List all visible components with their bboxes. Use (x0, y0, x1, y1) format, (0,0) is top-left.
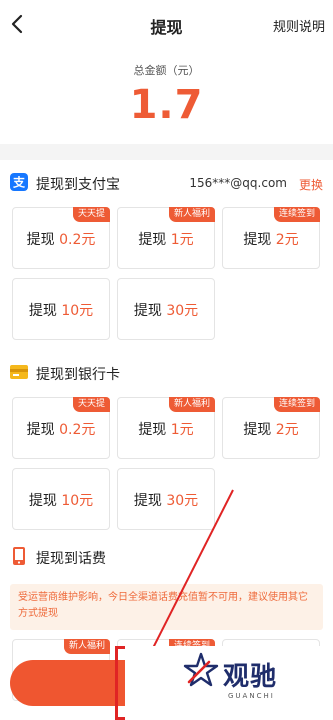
withdraw-option-card[interactable]: 提现 0.2元 天天提 (12, 397, 110, 459)
withdraw-option-card[interactable]: 提现 0.2元 天天提 (12, 207, 110, 269)
top-bar: 提现 规则说明 (0, 0, 333, 50)
option-amount: 2元 (275, 232, 299, 248)
option-label: 提现 2元 (243, 422, 299, 438)
option-amount: 1元 (170, 232, 194, 248)
phone-icon (13, 547, 25, 565)
option-amount: 10元 (61, 303, 94, 319)
option-label: 提现 10元 (28, 303, 94, 319)
maintenance-notice: 受运营商维护影响，今日全渠道话费充值暂不可用，建议使用其它方式提现 (10, 584, 323, 630)
option-badge: 新人福利 (168, 207, 215, 222)
option-amount: 10元 (61, 493, 94, 509)
option-amount: 2元 (275, 422, 299, 438)
watermark-logo: 观驰 GUANCHI (125, 646, 333, 720)
bank-card-icon (10, 365, 28, 379)
withdraw-option-card[interactable]: 提现 2元 连续签到 (222, 397, 320, 459)
option-label: 提现 10元 (28, 493, 94, 509)
phone-credit-header: 提现到话费 (0, 536, 333, 576)
alipay-icon: 支 (10, 173, 28, 191)
option-amount: 1元 (170, 422, 194, 438)
option-amount: 0.2元 (59, 232, 96, 248)
total-amount: 1.7 (129, 82, 204, 128)
withdraw-option-card[interactable]: 提现 2元 连续签到 (222, 207, 320, 269)
withdraw-option-card[interactable]: 提现 1元 新人福利 (117, 207, 215, 269)
withdraw-option-card[interactable]: 提现 1元 新人福利 (117, 397, 215, 459)
bank-card-header: 提现到银行卡 (0, 352, 333, 392)
alipay-header: 支 提现到支付宝 156***@qq.com 更换 (0, 160, 333, 200)
option-label: 提现 30元 (133, 303, 199, 319)
option-amount: 30元 (166, 493, 199, 509)
option-label: 提现 0.2元 (26, 232, 96, 248)
alipay-account: 156***@qq.com (189, 176, 287, 190)
total-label: 总金额（元） (133, 64, 200, 77)
option-label: 提现 30元 (133, 493, 199, 509)
change-account-link[interactable]: 更换 (299, 176, 323, 193)
option-badge: 天天提 (72, 397, 110, 412)
alipay-title: 提现到支付宝 (36, 177, 120, 193)
svg-text:支: 支 (12, 175, 26, 190)
watermark-subtext: GUANCHI (228, 692, 275, 700)
star-logo-icon (183, 652, 219, 687)
option-amount: 0.2元 (59, 422, 96, 438)
withdraw-option-card[interactable]: 提现 30元 (117, 468, 215, 530)
option-amount: 30元 (166, 303, 199, 319)
option-badge: 天天提 (72, 207, 110, 222)
option-label: 提现 2元 (243, 232, 299, 248)
withdraw-option-card[interactable]: 提现 10元 (12, 278, 110, 340)
withdraw-option-card[interactable]: 提现 10元 (12, 468, 110, 530)
option-badge: 新人福利 (63, 639, 110, 654)
watermark-text: 观驰 (223, 662, 278, 692)
bank-card-title: 提现到银行卡 (36, 367, 120, 383)
option-badge: 连续签到 (273, 397, 320, 412)
bank-card-section: 提现到银行卡 提现 0.2元 天天提 提现 1元 新人福利 提现 2元 连续签到… (0, 352, 333, 536)
phone-credit-title: 提现到话费 (36, 551, 106, 567)
total-panel: 总金额（元） 1.7 (0, 50, 333, 144)
alipay-section: 支 提现到支付宝 156***@qq.com 更换 提现 0.2元 天天提 提现… (0, 160, 333, 352)
option-badge: 连续签到 (273, 207, 320, 222)
option-label: 提现 1元 (138, 232, 194, 248)
option-label: 提现 0.2元 (26, 422, 96, 438)
option-badge: 新人福利 (168, 397, 215, 412)
option-label: 提现 1元 (138, 422, 194, 438)
withdraw-option-card[interactable]: 提现 30元 (117, 278, 215, 340)
rules-link[interactable]: 规则说明 (273, 16, 325, 35)
